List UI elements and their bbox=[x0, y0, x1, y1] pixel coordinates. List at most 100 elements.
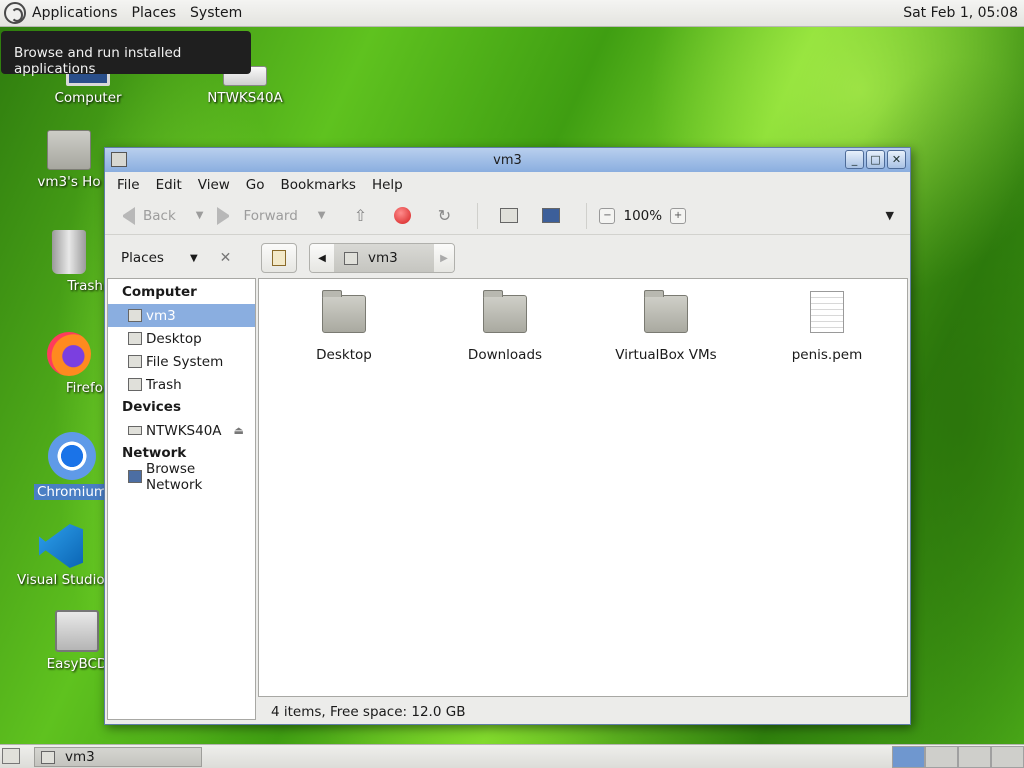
sidebar-item-desktop[interactable]: Desktop bbox=[108, 327, 255, 350]
computer-icon[interactable] bbox=[542, 205, 564, 227]
system-menu-label: System bbox=[190, 5, 243, 21]
breadcrumb-label: vm3 bbox=[368, 250, 398, 266]
sidebar-item-vm3[interactable]: vm3 bbox=[108, 304, 255, 327]
minimize-button[interactable]: _ bbox=[845, 150, 864, 169]
desktop-icon-trash[interactable]: Trash bbox=[33, 230, 105, 294]
sidebar-item-label: vm3 bbox=[146, 307, 176, 324]
sidebar-item-ntwks40a[interactable]: NTWKS40A ⏏ bbox=[108, 419, 255, 442]
menu-go[interactable]: Go bbox=[238, 177, 273, 193]
toolbar-overflow-icon[interactable]: ▼ bbox=[886, 209, 894, 222]
menu-view[interactable]: View bbox=[190, 177, 238, 193]
applications-menu-label: Applications bbox=[32, 5, 118, 21]
forward-button[interactable]: Forward bbox=[217, 206, 298, 225]
window-title: vm3 bbox=[493, 152, 522, 168]
back-button[interactable]: Back bbox=[117, 206, 176, 225]
up-icon[interactable]: ⇧ bbox=[349, 205, 371, 227]
reload-icon[interactable]: ↻ bbox=[433, 205, 455, 227]
desktop-folder-icon bbox=[128, 332, 142, 345]
folder-icon bbox=[483, 290, 527, 333]
home-folder-icon bbox=[128, 309, 142, 322]
workspace-1[interactable] bbox=[892, 746, 925, 768]
zoom-in-button[interactable]: + bbox=[670, 207, 687, 224]
workspace-3[interactable] bbox=[958, 746, 991, 768]
sidebar-item-trash[interactable]: Trash bbox=[108, 373, 255, 396]
sidebar-section-devices: Devices bbox=[122, 399, 181, 415]
sidebar-selector-dropdown-icon[interactable]: ▼ bbox=[190, 253, 198, 264]
back-arrow-icon bbox=[117, 206, 135, 225]
sidebar-item-label: Desktop bbox=[146, 330, 202, 347]
title-bar[interactable]: vm3 _ □ ✕ bbox=[105, 148, 910, 172]
desktop-icon-vscode[interactable]: Visual Studio C bbox=[17, 524, 105, 588]
home-icon[interactable] bbox=[500, 205, 522, 227]
sidebar-item-browse-network[interactable]: Browse Network bbox=[108, 461, 255, 493]
applications-menu[interactable]: Applications bbox=[0, 0, 128, 27]
folder-icon bbox=[644, 290, 688, 333]
desktop-icon-label: NTWKS40A bbox=[207, 90, 283, 106]
desktop-icon-firefox[interactable]: Firefo bbox=[33, 332, 105, 396]
top-panel: Applications Places System Sat Feb 1, 05… bbox=[0, 0, 1024, 27]
eject-icon[interactable]: ⏏ bbox=[234, 424, 244, 437]
zoom-level: 100% bbox=[623, 207, 663, 224]
stop-icon bbox=[393, 207, 411, 224]
sidebar-selector-label[interactable]: Places bbox=[121, 250, 164, 266]
workspace-4[interactable] bbox=[991, 746, 1024, 768]
desktop-icon-home[interactable]: vm3's Ho bbox=[33, 130, 105, 190]
text-file-icon bbox=[810, 291, 844, 333]
file-item-label: Downloads bbox=[467, 347, 543, 363]
network-icon bbox=[128, 470, 142, 483]
home-folder-icon bbox=[344, 251, 358, 265]
breadcrumb-vm3[interactable]: vm3 bbox=[334, 244, 434, 272]
menu-file[interactable]: File bbox=[109, 177, 148, 193]
desktop-icon-label: Visual Studio C bbox=[17, 572, 105, 588]
system-menu[interactable]: System bbox=[186, 0, 252, 27]
file-manager-window: vm3 _ □ ✕ File Edit View Go Bookmarks He… bbox=[104, 147, 911, 725]
forward-arrow-icon bbox=[217, 206, 235, 225]
sidebar-item-label: Browse Network bbox=[146, 460, 203, 493]
sidebar-item-file-system[interactable]: File System bbox=[108, 350, 255, 373]
sidebar-item-label: File System bbox=[146, 353, 224, 370]
file-item-label: VirtualBox VMs bbox=[615, 347, 717, 363]
gnome-foot-icon bbox=[4, 2, 26, 24]
file-item-downloads[interactable]: Downloads bbox=[440, 285, 570, 363]
edit-location-button[interactable] bbox=[261, 243, 297, 273]
toolbar-separator bbox=[586, 202, 588, 229]
show-desktop-icon[interactable] bbox=[2, 748, 20, 764]
folder-icon bbox=[322, 290, 366, 333]
trash-icon bbox=[52, 230, 86, 274]
taskbar-button-vm3[interactable]: vm3 bbox=[34, 747, 202, 767]
close-button[interactable]: ✕ bbox=[887, 150, 906, 169]
menu-bookmarks[interactable]: Bookmarks bbox=[273, 177, 364, 193]
toolbar-separator bbox=[477, 202, 479, 229]
sidebar-close-icon[interactable]: ✕ bbox=[220, 250, 232, 266]
trash-icon bbox=[128, 378, 142, 391]
desktop-icon-label: Trash bbox=[67, 278, 103, 294]
window-controls: _ □ ✕ bbox=[845, 150, 906, 169]
home-folder-icon bbox=[41, 750, 55, 764]
sidebar-item-label: Trash bbox=[146, 376, 182, 393]
vscode-icon bbox=[39, 524, 83, 568]
breadcrumb: ◀ vm3 ▶ bbox=[309, 243, 455, 273]
clock[interactable]: Sat Feb 1, 05:08 bbox=[903, 5, 1018, 21]
menu-edit[interactable]: Edit bbox=[148, 177, 190, 193]
forward-label[interactable]: Forward bbox=[243, 208, 297, 224]
file-item-label: Desktop bbox=[316, 347, 372, 363]
workspace-2[interactable] bbox=[925, 746, 958, 768]
file-item-desktop[interactable]: Desktop bbox=[279, 285, 409, 363]
back-label: Back bbox=[143, 207, 176, 224]
maximize-button[interactable]: □ bbox=[866, 150, 885, 169]
file-item-penis-pem[interactable]: penis.pem bbox=[762, 285, 892, 363]
breadcrumb-left-arrow-icon[interactable]: ◀ bbox=[310, 244, 334, 272]
toolbar: Back ▼ Forward ▼ ⇧ ↻ − 100% + ▼ bbox=[105, 197, 910, 235]
edit-icon bbox=[272, 250, 286, 266]
file-system-icon bbox=[128, 355, 142, 368]
sidebar-item-label: NTWKS40A bbox=[146, 422, 222, 439]
desktop-icon-label: Firefo bbox=[65, 380, 103, 396]
stop-button[interactable] bbox=[391, 205, 413, 227]
file-item-virtualbox-vms[interactable]: VirtualBox VMs bbox=[601, 285, 731, 363]
forward-history-dropdown[interactable]: ▼ bbox=[318, 210, 326, 221]
back-history-dropdown[interactable]: ▼ bbox=[196, 210, 204, 221]
zoom-out-button[interactable]: − bbox=[599, 207, 616, 224]
menu-help[interactable]: Help bbox=[364, 177, 411, 193]
places-menu[interactable]: Places bbox=[128, 0, 187, 27]
breadcrumb-right-arrow-icon[interactable]: ▶ bbox=[434, 244, 454, 272]
